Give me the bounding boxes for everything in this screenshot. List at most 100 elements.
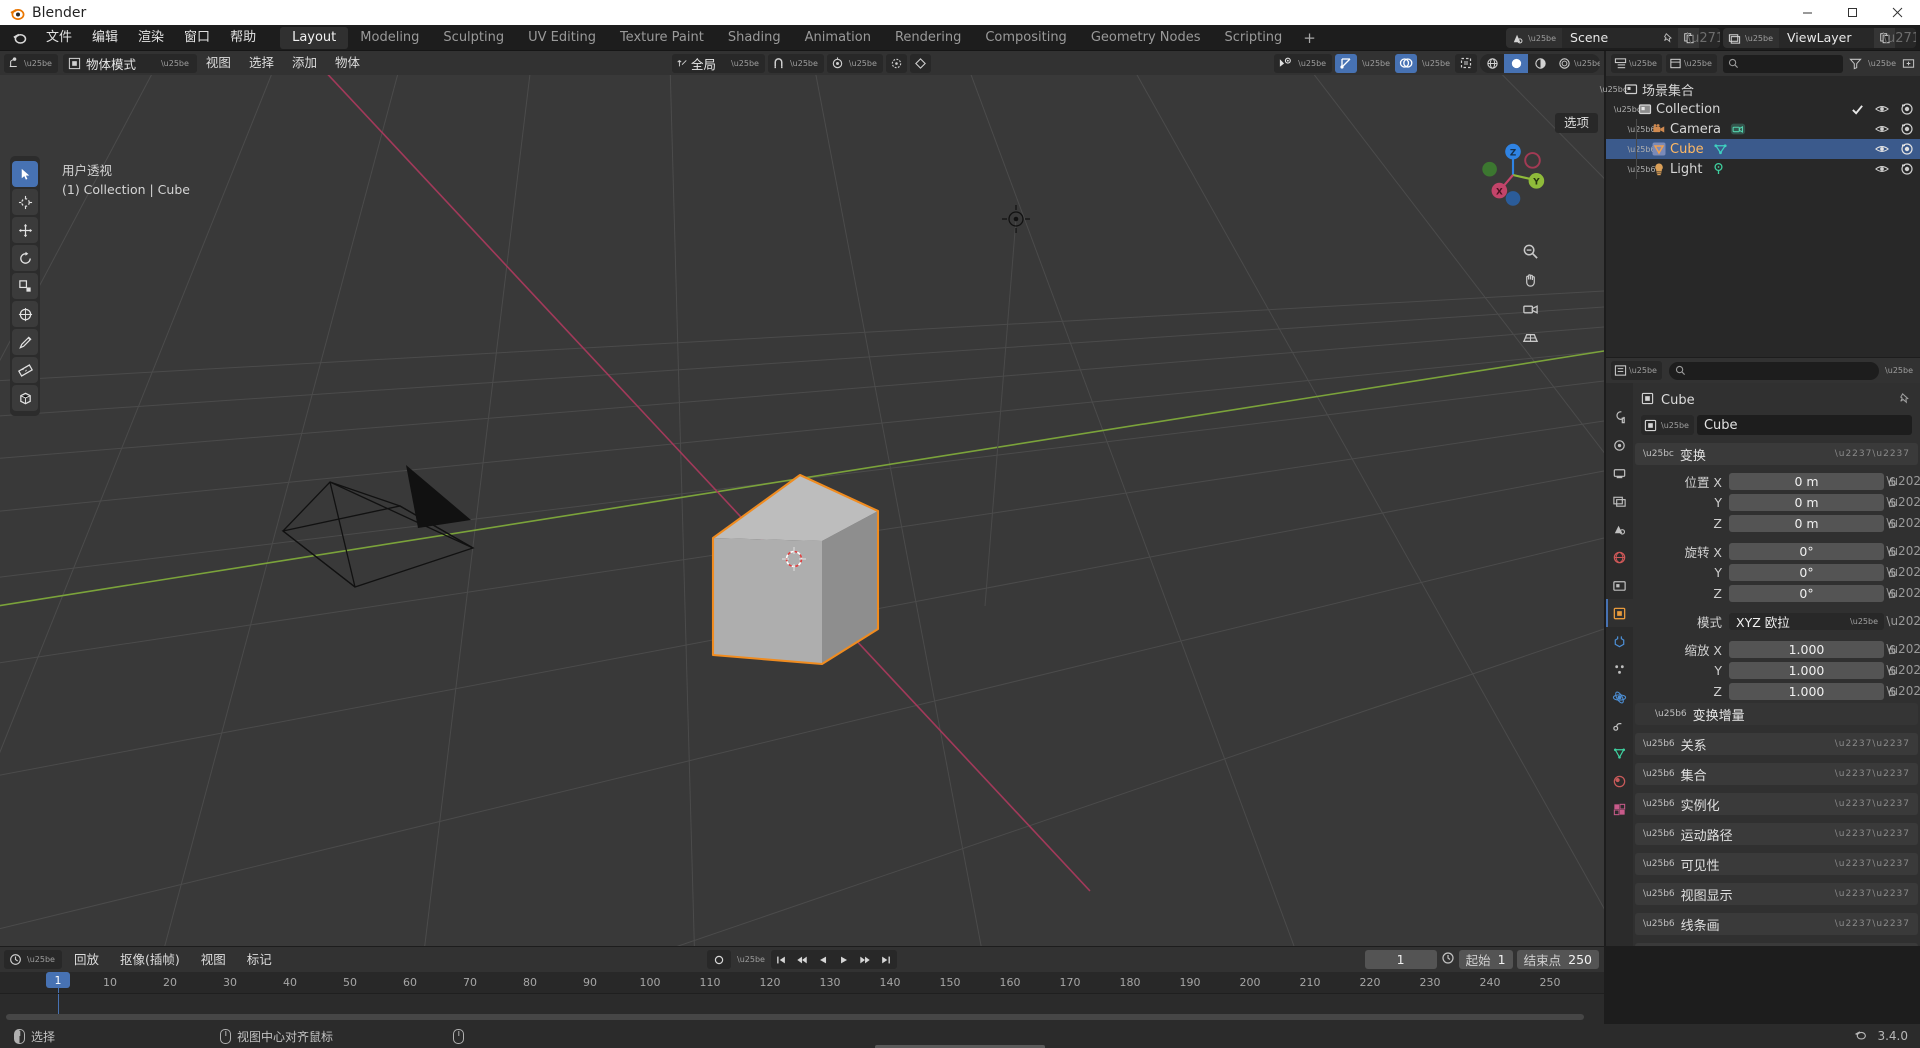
outliner-new-collection-icon[interactable] bbox=[1902, 57, 1915, 70]
camera-hide-viewport-icon[interactable] bbox=[1875, 122, 1889, 136]
location-z-input[interactable]: 0 m bbox=[1729, 514, 1884, 532]
viewport-menu-object[interactable]: 物体 bbox=[326, 51, 369, 75]
instancing-panel[interactable]: \u25b6 实例化 \u2237\u2237 bbox=[1635, 793, 1918, 815]
tab-geometry-nodes[interactable]: Geometry Nodes bbox=[1079, 27, 1213, 49]
scale-x-input[interactable]: 1.000 bbox=[1729, 640, 1884, 658]
menu-edit[interactable]: 编辑 bbox=[82, 25, 128, 51]
outliner-row-camera[interactable]: \u25b6 Camera bbox=[1606, 119, 1920, 139]
previous-keyframe-button[interactable] bbox=[792, 950, 813, 969]
viewport-options-dropdown[interactable]: 选项 bbox=[1554, 113, 1598, 133]
disclosure-triangle-icon[interactable]: \u25bc bbox=[1600, 85, 1627, 94]
animate-property-icon[interactable]: \u2022 bbox=[1886, 544, 1920, 558]
scale-z-input[interactable]: 1.000 bbox=[1729, 682, 1884, 700]
timeline-menu-playback[interactable]: 回放 bbox=[65, 947, 108, 972]
tool-add-cube[interactable] bbox=[12, 385, 38, 411]
mesh-data-icon[interactable] bbox=[1713, 142, 1728, 156]
animate-property-icon[interactable]: \u2022 bbox=[1886, 642, 1920, 656]
jump-to-start-button[interactable] bbox=[771, 950, 792, 969]
tab-texture-paint[interactable]: Texture Paint bbox=[608, 27, 716, 49]
properties-editor-type-icon[interactable]: \u25be bbox=[1611, 361, 1662, 380]
timeline-editor[interactable]: \u25be 回放 抠像(插帧) 视图 标记 \u25be 1 起始 1 结束点… bbox=[0, 947, 1604, 1024]
play-button[interactable] bbox=[834, 950, 855, 969]
scene-selector[interactable]: \u25be Scene \u2715 bbox=[1506, 28, 1721, 48]
viewport-display-panel[interactable]: \u25b6 视图显示 \u2237\u2237 bbox=[1635, 883, 1918, 905]
add-workspace-button[interactable]: + bbox=[1294, 29, 1325, 47]
tab-object[interactable] bbox=[1606, 599, 1633, 627]
tab-sculpting[interactable]: Sculpting bbox=[431, 27, 516, 49]
custom-properties-panel[interactable]: \u25b6 自定义属性 \u2237\u2237 bbox=[1635, 943, 1918, 946]
proportional-editing-button[interactable] bbox=[885, 53, 907, 73]
tab-particles[interactable] bbox=[1606, 655, 1633, 683]
tab-world[interactable] bbox=[1606, 543, 1633, 571]
motion-paths-panel[interactable]: \u25b6 运动路径 \u2237\u2237 bbox=[1635, 823, 1918, 845]
timeline-ruler[interactable]: 1 10 20 30 40 50 60 70 80 90 100 110 120… bbox=[0, 972, 1604, 994]
tool-select-box[interactable] bbox=[12, 161, 38, 187]
light-disable-render-icon[interactable] bbox=[1900, 162, 1914, 176]
tab-constraints[interactable] bbox=[1606, 711, 1633, 739]
tab-render[interactable] bbox=[1606, 431, 1633, 459]
light-hide-viewport-icon[interactable] bbox=[1875, 162, 1889, 176]
outliner-filter-icon[interactable]: \u25be bbox=[1849, 57, 1898, 70]
jump-to-end-button[interactable] bbox=[876, 950, 897, 969]
gizmo-toggle-button[interactable] bbox=[1335, 53, 1358, 73]
collection-checkbox[interactable] bbox=[1851, 103, 1864, 116]
tab-output[interactable] bbox=[1606, 459, 1633, 487]
tab-scripting[interactable]: Scripting bbox=[1212, 27, 1294, 49]
current-frame-input[interactable]: 1 bbox=[1364, 950, 1437, 969]
end-frame-input[interactable]: 结束点 250 bbox=[1516, 950, 1599, 969]
animate-property-icon[interactable]: \u2022 bbox=[1886, 474, 1920, 488]
viewport-menu-add[interactable]: 添加 bbox=[283, 51, 326, 75]
shading-dropdown-icon[interactable]: \u25be bbox=[1574, 54, 1600, 73]
remove-scene-icon[interactable]: \u2715 bbox=[1687, 28, 1721, 48]
timeline-menu-keying[interactable]: 抠像(插帧) bbox=[111, 947, 189, 972]
blender-menu-icon[interactable] bbox=[12, 30, 27, 45]
outliner-row-light[interactable]: \u25b6 Light bbox=[1606, 159, 1920, 179]
minimize-button[interactable] bbox=[1785, 0, 1830, 25]
remove-view-layer-icon[interactable]: \u2715 bbox=[1883, 28, 1916, 48]
rotation-z-input[interactable]: 0° bbox=[1729, 584, 1884, 602]
camera-view-icon[interactable] bbox=[1520, 299, 1540, 319]
viewport-menu-select[interactable]: 选择 bbox=[240, 51, 283, 75]
line-art-panel[interactable]: \u25b6 线条画 \u2237\u2237 bbox=[1635, 913, 1918, 935]
editor-type-button[interactable]: \u25be bbox=[4, 53, 58, 73]
tab-object-data[interactable] bbox=[1606, 739, 1633, 767]
outliner-row-scene-collection[interactable]: \u25bc 场景集合 bbox=[1600, 79, 1920, 99]
tab-shading[interactable]: Shading bbox=[716, 27, 793, 49]
tool-scale[interactable] bbox=[12, 273, 38, 299]
tool-cursor[interactable] bbox=[12, 189, 38, 215]
tool-rotate[interactable] bbox=[12, 245, 38, 271]
location-x-input[interactable]: 0 m bbox=[1729, 472, 1884, 490]
tool-measure[interactable] bbox=[12, 357, 38, 383]
animate-property-icon[interactable]: \u2022 bbox=[1886, 516, 1920, 530]
animate-property-icon[interactable]: \u2022 bbox=[1886, 684, 1920, 698]
transform-pivot-extra-button[interactable] bbox=[909, 53, 931, 73]
viewport-menu-view[interactable]: 视图 bbox=[197, 51, 240, 75]
outliner-row-cube[interactable]: \u25b6 Cube bbox=[1606, 139, 1920, 159]
transform-panel-header[interactable]: \u25bc 变换 \u2237\u2237 bbox=[1635, 443, 1918, 465]
pan-hand-icon[interactable] bbox=[1520, 270, 1540, 290]
playhead-marker[interactable]: 1 bbox=[46, 972, 70, 988]
collection-disable-render-icon[interactable] bbox=[1900, 102, 1914, 116]
next-keyframe-button[interactable] bbox=[855, 950, 876, 969]
shading-wireframe-button[interactable] bbox=[1480, 54, 1504, 73]
menu-help[interactable]: 帮助 bbox=[220, 25, 266, 51]
collection-hide-viewport-icon[interactable] bbox=[1875, 102, 1889, 116]
object-name-field[interactable]: Cube bbox=[1696, 415, 1912, 435]
visibility-panel[interactable]: \u25b6 可见性 \u2237\u2237 bbox=[1635, 853, 1918, 875]
shading-material-button[interactable] bbox=[1528, 54, 1552, 73]
properties-editor[interactable]: \u25be \u25be Cube \u25be Cube \u25bc 变换… bbox=[1606, 358, 1920, 946]
animate-property-icon[interactable]: \u2022 bbox=[1886, 565, 1920, 579]
pivot-point-selector[interactable]: \u25be bbox=[826, 53, 883, 73]
gizmo-dropdown-icon[interactable]: \u25be bbox=[1360, 59, 1392, 68]
camera-data-icon[interactable] bbox=[1730, 122, 1746, 136]
outliner-editor[interactable]: \u25be \u25be \u25be \u25bc 场景集合 \u25bc … bbox=[1600, 51, 1920, 357]
menu-render[interactable]: 渲染 bbox=[128, 25, 174, 51]
timeline-menu-marker[interactable]: 标记 bbox=[238, 947, 281, 972]
tool-transform[interactable] bbox=[12, 301, 38, 327]
outliner-search-input[interactable] bbox=[1722, 54, 1844, 73]
tab-rendering[interactable]: Rendering bbox=[883, 27, 973, 49]
navigation-gizmo[interactable]: Z Y X bbox=[1474, 136, 1552, 214]
timeline-editor-type-icon[interactable]: \u25be bbox=[4, 950, 62, 969]
timeline-track-area[interactable] bbox=[0, 994, 1604, 1024]
properties-search-input[interactable] bbox=[1668, 361, 1880, 380]
